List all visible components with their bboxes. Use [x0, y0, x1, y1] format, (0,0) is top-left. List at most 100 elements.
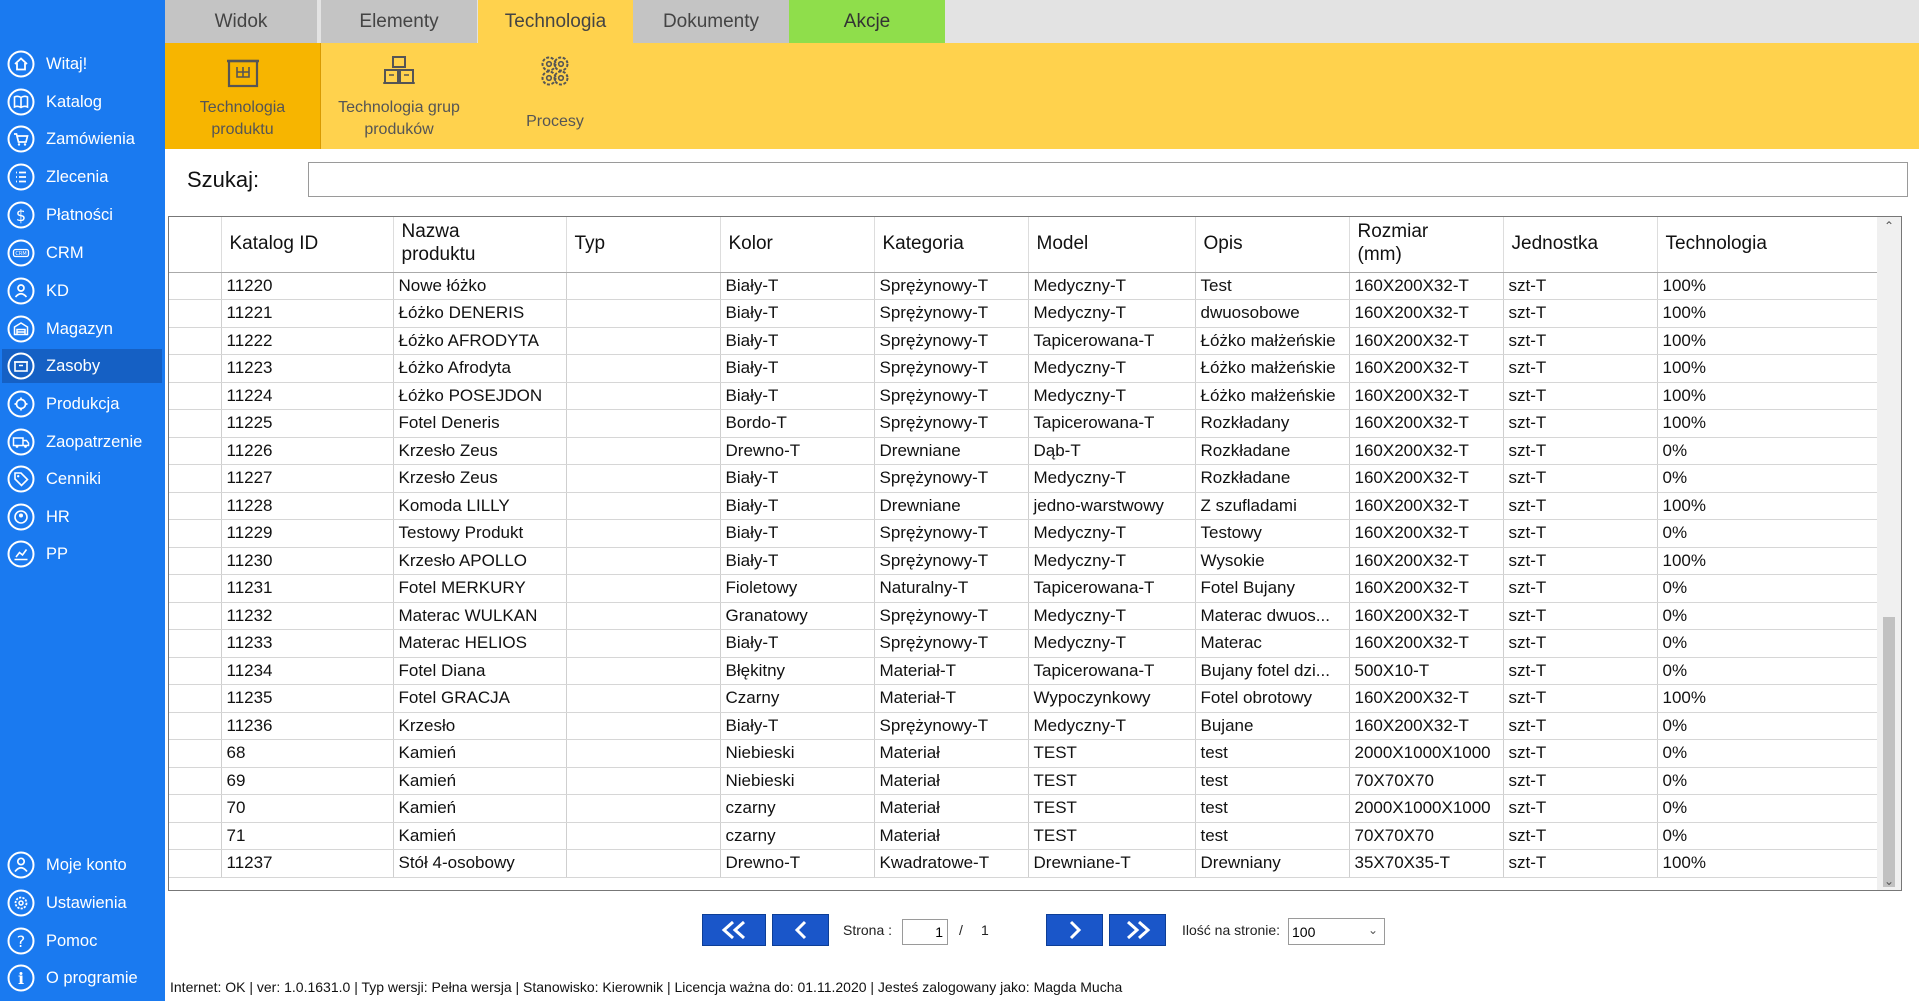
scroll-down-arrow-icon[interactable]: ⌄: [1877, 872, 1901, 890]
table-row[interactable]: 11235 Fotel GRACJA Czarny Materiał-T Wypoczy…: [169, 684, 1896, 713]
scroll-up-arrow-icon[interactable]: ⌃: [1877, 217, 1901, 235]
row-selector[interactable]: [169, 574, 222, 603]
table-row[interactable]: 68 Kamień Niebieski Materiał TEST test 2000X10…: [169, 739, 1896, 768]
table-row[interactable]: 11226 Krzesło Zeus Drewno-T Drewniane Dąb-T R…: [169, 437, 1896, 465]
table-row[interactable]: 11220 Nowe łóżko Biały-T Sprężynowy-T Medycz…: [169, 272, 1896, 300]
row-selector[interactable]: [169, 684, 222, 713]
column-header[interactable]: Kategoria: [874, 217, 1029, 273]
table-row[interactable]: 11232 Materac WULKAN Granatowy Sprężynowy-T…: [169, 602, 1896, 630]
table-cell: Materac dwuos...: [1195, 602, 1350, 630]
row-selector[interactable]: [169, 519, 222, 548]
page-number-input[interactable]: [902, 919, 948, 945]
processes-button[interactable]: Procesy: [477, 43, 633, 149]
row-selector[interactable]: [169, 822, 222, 850]
table-row[interactable]: 11229 Testowy Produkt Biały-T Sprężynowy-T M…: [169, 519, 1896, 548]
last-page-button[interactable]: [1109, 914, 1166, 946]
row-selector[interactable]: [169, 409, 222, 438]
sidebar-item-platnosci[interactable]: $ Płatności: [2, 198, 162, 232]
row-selector[interactable]: [169, 437, 222, 465]
per-page-value: 100: [1292, 923, 1316, 940]
row-selector[interactable]: [169, 739, 222, 768]
sidebar-item-katalog[interactable]: Katalog: [2, 85, 162, 119]
column-header[interactable]: Jednostka: [1503, 217, 1658, 273]
sidebar-item-kd[interactable]: KD: [2, 274, 162, 308]
tab-dokumenty[interactable]: Dokumenty: [633, 0, 789, 43]
table-cell: 2000X1000X1000: [1349, 739, 1504, 768]
sidebar-item-hr[interactable]: HR: [2, 500, 162, 534]
column-header[interactable]: Technologia: [1657, 217, 1896, 273]
row-selector[interactable]: [169, 272, 222, 300]
vertical-scrollbar[interactable]: ⌃ ⌄: [1877, 217, 1901, 890]
table-cell: szt-T: [1503, 767, 1658, 795]
sidebar-item-moje-konto[interactable]: Moje konto: [2, 848, 162, 882]
sidebar-item-zaopatrzenie[interactable]: Zaopatrzenie: [2, 425, 162, 459]
group-technology-button[interactable]: Technologia grup produków: [321, 43, 477, 149]
sidebar-item-zasoby[interactable]: Zasoby: [2, 349, 162, 383]
table-row[interactable]: 71 Kamień czarny Materiał TEST test 70X70X70 sz…: [169, 822, 1896, 850]
row-selector[interactable]: [169, 657, 222, 685]
sidebar-item-o-programie[interactable]: i O programie: [2, 961, 162, 995]
table-row[interactable]: 11233 Materac HELIOS Biały-T Sprężynowy-T Me…: [169, 629, 1896, 658]
table-cell: szt-T: [1503, 299, 1658, 328]
table-cell: 35X70X35-T: [1349, 849, 1504, 878]
table-cell: jedno-warstwowy: [1028, 492, 1196, 520]
row-selector[interactable]: [169, 327, 222, 355]
table-row[interactable]: 11228 Komoda LILLY Biały-T Drewniane jedno-w…: [169, 492, 1896, 520]
row-selector[interactable]: [169, 547, 222, 575]
tab-akcje[interactable]: Akcje: [789, 0, 945, 43]
table-row[interactable]: 11236 Krzesło Biały-T Sprężynowy-T Medyczny-…: [169, 712, 1896, 740]
row-selector[interactable]: [169, 794, 222, 823]
sidebar-item-cenniki[interactable]: Cenniki: [2, 462, 162, 496]
product-technology-button[interactable]: Technologia produktu: [165, 43, 321, 149]
column-header[interactable]: Nazwa produktu: [393, 217, 567, 273]
first-page-button[interactable]: [702, 914, 766, 946]
sidebar-item-zamowienia[interactable]: Zamówienia: [2, 122, 162, 156]
sidebar-item-ustawienia[interactable]: Ustawienia: [2, 886, 162, 920]
column-header[interactable]: Rozmiar (mm): [1349, 217, 1504, 273]
row-selector[interactable]: [169, 382, 222, 410]
next-page-button[interactable]: [1046, 914, 1103, 946]
sidebar-item-pp[interactable]: PP: [2, 537, 162, 571]
row-selector[interactable]: [169, 464, 222, 493]
table-row[interactable]: 11234 Fotel Diana Błękitny Materiał-T Tapice…: [169, 657, 1896, 685]
row-selector[interactable]: [169, 602, 222, 630]
sidebar-item-produkcja[interactable]: Produkcja: [2, 387, 162, 421]
previous-page-button[interactable]: [772, 914, 829, 946]
table-row[interactable]: 11221 Łóżko DENERIS Biały-T Sprężynowy-T Med…: [169, 299, 1896, 328]
search-input[interactable]: [308, 162, 1908, 197]
table-row[interactable]: 11225 Fotel Deneris Bordo-T Sprężynowy-T Tap…: [169, 409, 1896, 438]
column-header[interactable]: Katalog ID: [221, 217, 394, 273]
table-row[interactable]: 11237 Stół 4-osobowy Drewno-T Kwadratowe-T D…: [169, 849, 1896, 878]
sidebar-item-zlecenia[interactable]: Zlecenia: [2, 160, 162, 194]
table-cell: szt-T: [1503, 739, 1658, 768]
row-selector[interactable]: [169, 354, 222, 383]
table-row[interactable]: 11231 Fotel MERKURY Fioletowy Naturalny-T Ta…: [169, 574, 1896, 603]
sidebar-item-pomoc[interactable]: ? Pomoc: [2, 924, 162, 958]
column-header[interactable]: Kolor: [720, 217, 875, 273]
per-page-select[interactable]: 100 ⌄: [1288, 918, 1385, 945]
table-row[interactable]: 11227 Krzesło Zeus Biały-T Sprężynowy-T Medy…: [169, 464, 1896, 493]
tab-widok[interactable]: Widok: [165, 0, 317, 43]
column-header[interactable]: Model: [1028, 217, 1196, 273]
row-selector[interactable]: [169, 849, 222, 878]
table-row[interactable]: 11224 Łóżko POSEJDON Biały-T Sprężynowy-T Me…: [169, 382, 1896, 410]
tab-elementy[interactable]: Elementy: [321, 0, 477, 43]
row-selector[interactable]: [169, 299, 222, 328]
row-selector[interactable]: [169, 767, 222, 795]
table-cell: Biały-T: [720, 464, 875, 493]
tab-technologia[interactable]: Technologia: [478, 0, 633, 43]
row-selector[interactable]: [169, 492, 222, 520]
column-header[interactable]: Opis: [1195, 217, 1350, 273]
column-header[interactable]: Typ: [566, 217, 721, 273]
scroll-thumb[interactable]: [1883, 617, 1895, 887]
table-row[interactable]: 69 Kamień Niebieski Materiał TEST test 70X70X7…: [169, 767, 1896, 795]
sidebar-item-witaj[interactable]: Witaj!: [2, 47, 162, 81]
sidebar-item-crm[interactable]: CRM CRM: [2, 236, 162, 270]
table-row[interactable]: 11222 Łóżko AFRODYTA Biały-T Sprężynowy-T Ta…: [169, 327, 1896, 355]
table-row[interactable]: 70 Kamień czarny Materiał TEST test 2000X1000X…: [169, 794, 1896, 823]
row-selector[interactable]: [169, 629, 222, 658]
table-row[interactable]: 11230 Krzesło APOLLO Biały-T Sprężynowy-T Me…: [169, 547, 1896, 575]
table-row[interactable]: 11223 Łóżko Afrodyta Biały-T Sprężynowy-T Me…: [169, 354, 1896, 383]
row-selector[interactable]: [169, 712, 222, 740]
sidebar-item-magazyn[interactable]: Magazyn: [2, 312, 162, 346]
